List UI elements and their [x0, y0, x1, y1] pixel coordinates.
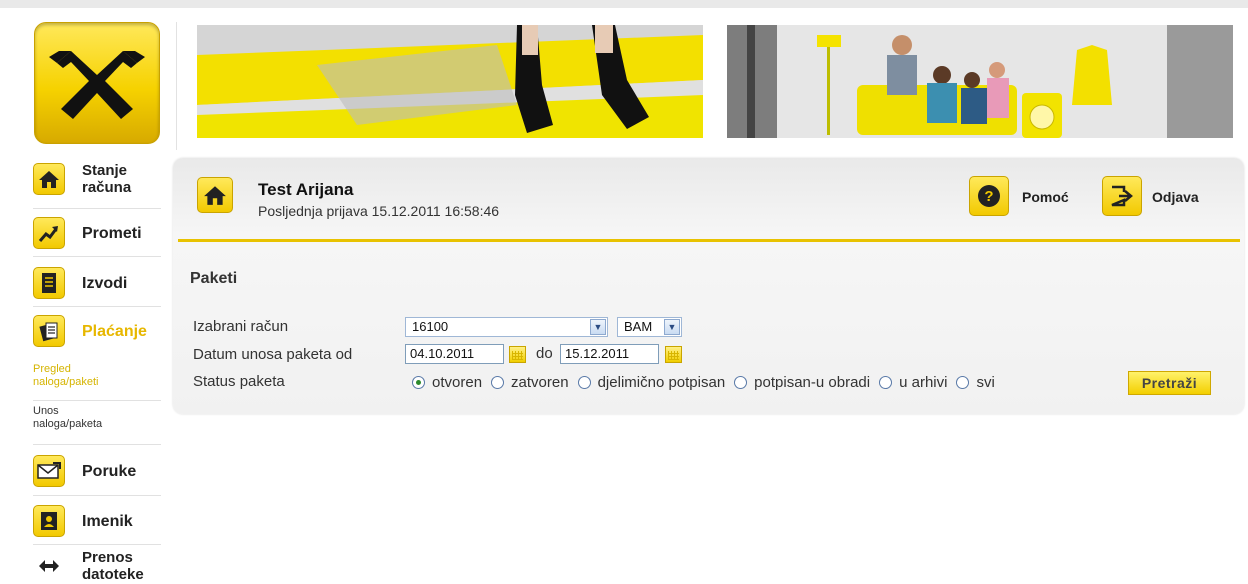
- document-icon: [33, 267, 65, 299]
- subnav-label: naloga/paketi: [33, 376, 99, 388]
- divider: [33, 306, 161, 307]
- sidebar-item-prenos-datoteke[interactable]: Prenos datoteke: [33, 549, 163, 583]
- account-select-value: 16100: [412, 319, 449, 334]
- radio-checked[interactable]: [412, 376, 425, 389]
- sidebar-item-label: Plaćanje: [82, 322, 147, 340]
- sidebar-item-poruke[interactable]: Poruke: [33, 455, 163, 487]
- status-radio-otvoren[interactable]: otvoren: [412, 374, 482, 391]
- contacts-book-icon: [33, 505, 65, 537]
- divider: [33, 256, 161, 257]
- subnav-pregled-naloga[interactable]: Pregled naloga/paketi: [33, 363, 161, 389]
- banner-family: [727, 25, 1233, 138]
- user-name: Test Arijana: [258, 180, 354, 199]
- chevron-down-icon: ▼: [590, 319, 606, 335]
- envelope-icon: [33, 455, 65, 487]
- status-radio-djelimicno-potpisan[interactable]: djelimično potpisan: [577, 374, 726, 391]
- search-button[interactable]: Pretraži: [1128, 371, 1211, 395]
- logout-button[interactable]: [1102, 176, 1142, 216]
- divider: [33, 544, 161, 545]
- subnav-unos-naloga[interactable]: Unos naloga/paketa: [33, 405, 161, 431]
- divider: [33, 400, 161, 401]
- subnav-label: Pregled: [33, 363, 71, 375]
- currency-select[interactable]: BAM ▼: [617, 317, 682, 337]
- sidebar-item-label: Prometi: [82, 224, 142, 242]
- header-divider: [176, 22, 177, 150]
- svg-text:?: ?: [984, 188, 993, 205]
- crossed-gables-icon: [49, 51, 145, 119]
- date-from-label: Datum unosa paketa od: [193, 346, 353, 363]
- logout-label[interactable]: Odjava: [1152, 189, 1199, 205]
- radio-label: djelimično potpisan: [597, 374, 726, 391]
- raiffeisen-logo[interactable]: [34, 22, 160, 144]
- radio[interactable]: [577, 376, 591, 389]
- status-radio-u-arhivi[interactable]: u arhivi: [879, 374, 947, 391]
- date-from-input[interactable]: 04.10.2011: [405, 344, 504, 364]
- status-radio-potpisan-u-obradi[interactable]: potpisan-u obradi: [734, 374, 870, 391]
- sidebar-item-stanje-racuna[interactable]: Stanje računa: [33, 162, 163, 196]
- top-border: [0, 0, 1248, 8]
- sidebar-item-izvodi[interactable]: Izvodi: [33, 267, 163, 299]
- status-radio-svi[interactable]: svi: [956, 374, 995, 391]
- subnav-label: naloga/paketa: [33, 418, 103, 430]
- sidebar-item-label: Imenik: [82, 512, 133, 530]
- help-label[interactable]: Pomoć: [1022, 189, 1069, 205]
- help-button[interactable]: ?: [969, 176, 1009, 216]
- home-icon: [33, 163, 65, 195]
- currency-select-value: BAM: [624, 319, 653, 334]
- sidebar-item-label: Izvodi: [82, 274, 128, 292]
- sidebar-item-label: Prenos: [82, 549, 133, 566]
- sidebar-item-label: datoteke: [82, 566, 144, 583]
- status-label: Status paketa: [193, 373, 285, 390]
- sidebar-item-label: Poruke: [82, 462, 137, 480]
- banner-shoes: [197, 25, 703, 138]
- sidebar-item-label: Stanje: [82, 162, 128, 179]
- divider: [33, 208, 161, 209]
- payment-docs-icon: [33, 315, 65, 347]
- radio-label: zatvoren: [511, 374, 569, 391]
- chevron-down-icon: ▼: [664, 319, 680, 335]
- question-icon: ?: [978, 185, 1000, 207]
- divider: [33, 495, 161, 496]
- date-to-input[interactable]: 15.12.2011: [560, 344, 659, 364]
- radio[interactable]: [491, 376, 505, 389]
- last-login-text: Posljednja prijava 15.12.2011 16:58:46: [258, 203, 500, 219]
- date-to-label: do: [536, 345, 553, 362]
- trend-up-icon: [33, 217, 65, 249]
- radio-label: u arhivi: [899, 374, 948, 391]
- status-radio-zatvoren[interactable]: zatvoren: [491, 374, 569, 391]
- section-title: Paketi: [190, 270, 238, 287]
- sidebar-item-imenik[interactable]: Imenik: [33, 505, 163, 537]
- radio[interactable]: [734, 376, 748, 389]
- radio-label: otvoren: [432, 374, 483, 391]
- calendar-icon[interactable]: [509, 346, 526, 363]
- calendar-icon[interactable]: [665, 346, 682, 363]
- radio-label: potpisan-u obradi: [754, 374, 871, 391]
- sidebar-item-placanje[interactable]: Plaćanje: [33, 315, 163, 347]
- divider: [33, 444, 161, 445]
- account-label: Izabrani račun: [193, 318, 289, 335]
- sidebar-item-label: računa: [82, 179, 132, 196]
- header-divider-line: [178, 239, 1240, 242]
- subnav-label: Unos: [33, 405, 59, 417]
- home-icon: [204, 186, 226, 205]
- status-radio-group: otvoren zatvoren djelimično potpisan pot…: [412, 374, 1004, 391]
- sidebar-item-prometi[interactable]: Prometi: [33, 217, 163, 249]
- account-select[interactable]: 16100 ▼: [405, 317, 608, 337]
- radio[interactable]: [956, 376, 970, 389]
- transfer-arrows-icon: [33, 550, 65, 582]
- logout-icon: [1111, 185, 1133, 207]
- home-button[interactable]: [197, 177, 233, 213]
- radio[interactable]: [879, 376, 893, 389]
- radio-label: svi: [976, 374, 995, 391]
